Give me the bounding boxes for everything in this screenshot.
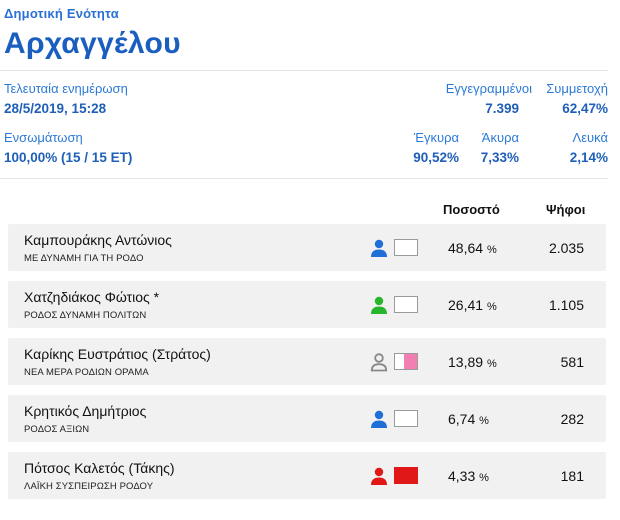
integration-label: Ενσωμάτωση bbox=[4, 130, 83, 145]
party-name: ΝΕΑ ΜΕΡΑ ΡΟΔΙΩΝ ΟΡΑΜΑ bbox=[24, 367, 149, 378]
last-update-value: 28/5/2019, 15:28 bbox=[4, 101, 107, 116]
party-color-swatch bbox=[394, 296, 418, 313]
header: Δημοτική Ενότητα Αρχαγγέλου bbox=[4, 6, 181, 61]
candidate-votes: 2.035 bbox=[548, 240, 584, 256]
candidate-votes: 1.105 bbox=[548, 297, 584, 313]
divider bbox=[0, 70, 608, 71]
party-color-swatch bbox=[394, 353, 418, 370]
blank-label: Λευκά bbox=[572, 130, 608, 145]
party-name: ΛΑΪΚΗ ΣΥΣΠΕΙΡΩΣΗ ΡΟΔΟΥ bbox=[24, 481, 154, 492]
integration-value: 100,00% (15 / 15 ΕΤ) bbox=[4, 150, 133, 165]
page-title: Αρχαγγέλου bbox=[4, 27, 181, 60]
divider bbox=[0, 178, 608, 179]
candidate-row[interactable]: Πότσος Καλετός (Τάκης) ΛΑΪΚΗ ΣΥΣΠΕΙΡΩΣΗ … bbox=[8, 452, 606, 499]
registered-label: Εγγεγραμμένοι bbox=[445, 81, 532, 96]
person-icon bbox=[371, 296, 387, 314]
registered-value: 7.399 bbox=[485, 101, 519, 116]
candidate-votes: 282 bbox=[560, 411, 584, 427]
party-name: ΡΟΔΟΣ ΑΞΙΩΝ bbox=[24, 424, 90, 435]
candidate-row[interactable]: Καμπουράκης Αντώνιος ΜΕ ΔΥΝΑΜΗ ΓΙΑ ΤΗ ΡΟ… bbox=[8, 224, 606, 271]
candidate-percent: 48,64 % bbox=[448, 240, 497, 256]
person-icon bbox=[371, 410, 387, 428]
party-color-swatch bbox=[394, 467, 418, 484]
candidate-row[interactable]: Χατζηδιάκος Φώτιος * ΡΟΔΟΣ ΔΥΝΑΜΗ ΠΟΛΙΤΩ… bbox=[8, 281, 606, 328]
party-color-swatch bbox=[394, 239, 418, 256]
party-color-swatch bbox=[394, 410, 418, 427]
candidate-name: Κρητικός Δημήτριος bbox=[24, 403, 147, 419]
invalid-label: Άκυρα bbox=[481, 130, 519, 145]
turnout-label: Συμμετοχή bbox=[546, 81, 608, 96]
candidate-percent: 4,33 % bbox=[448, 468, 489, 484]
party-name: ΜΕ ΔΥΝΑΜΗ ΓΙΑ ΤΗ ΡΟΔΟ bbox=[24, 253, 144, 264]
column-header-votes[interactable]: Ψήφοι bbox=[546, 202, 585, 217]
invalid-value: 7,33% bbox=[480, 150, 519, 165]
candidate-name: Καρίκης Ευστράτιος (Στράτος) bbox=[24, 346, 211, 362]
person-icon bbox=[371, 467, 387, 485]
person-icon bbox=[371, 239, 387, 257]
column-header-percent[interactable]: Ποσοστό bbox=[443, 202, 500, 217]
unit-subtitle: Δημοτική Ενότητα bbox=[4, 6, 119, 21]
valid-label: Έγκυρα bbox=[413, 130, 459, 145]
candidate-name: Καμπουράκης Αντώνιος bbox=[24, 232, 172, 248]
candidate-percent: 6,74 % bbox=[448, 411, 489, 427]
valid-value: 90,52% bbox=[413, 150, 459, 165]
candidate-name: Χατζηδιάκος Φώτιος * bbox=[24, 289, 160, 305]
person-outline-icon bbox=[370, 353, 388, 372]
candidate-row[interactable]: Κρητικός Δημήτριος ΡΟΔΟΣ ΑΞΙΩΝ 6,74 % 28… bbox=[8, 395, 606, 442]
candidate-votes: 581 bbox=[560, 354, 584, 370]
candidate-percent: 26,41 % bbox=[448, 297, 497, 313]
candidate-row[interactable]: Καρίκης Ευστράτιος (Στράτος) ΝΕΑ ΜΕΡΑ ΡΟ… bbox=[8, 338, 606, 385]
turnout-value: 62,47% bbox=[562, 101, 608, 116]
candidate-votes: 181 bbox=[560, 468, 584, 484]
party-name: ΡΟΔΟΣ ΔΥΝΑΜΗ ΠΟΛΙΤΩΝ bbox=[24, 310, 147, 321]
last-update-label: Τελευταία ενημέρωση bbox=[4, 81, 128, 96]
blank-value: 2,14% bbox=[569, 150, 608, 165]
candidate-name: Πότσος Καλετός (Τάκης) bbox=[24, 460, 175, 476]
candidate-percent: 13,89 % bbox=[448, 354, 497, 370]
